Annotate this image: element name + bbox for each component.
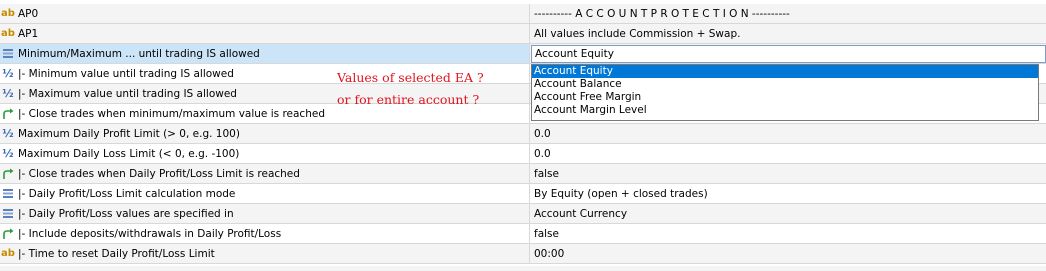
annotation-line-2: or for entire account ?	[337, 92, 480, 107]
property-value[interactable]: 0.0	[531, 124, 1046, 143]
double-type-icon: ½	[2, 67, 14, 80]
property-row-include-deposits[interactable]: |- Include deposits/withdrawals in Daily…	[0, 224, 1046, 244]
bool-type-icon	[1, 227, 15, 241]
property-label: Maximum Daily Profit Limit (> 0, e.g. 10…	[18, 127, 240, 140]
double-type-icon: ½	[2, 127, 14, 140]
property-name-cell: |- Daily Profit/Loss values are specifie…	[0, 204, 530, 223]
property-name-cell: |- Daily Profit/Loss Limit calculation m…	[0, 184, 530, 203]
enum-list-icon	[1, 187, 15, 201]
property-label: |- Minimum value until trading IS allowe…	[18, 67, 234, 80]
property-value[interactable]: By Equity (open + closed trades)	[531, 184, 1046, 203]
property-name-cell: |- Close trades when Daily Profit/Loss L…	[0, 164, 530, 183]
property-row-reset-time[interactable]: ab |- Time to reset Daily Profit/Loss Li…	[0, 244, 1046, 264]
dropdown-option[interactable]: Account Free Margin	[532, 91, 1038, 104]
dropdown-option-selected[interactable]: Account Equity	[532, 65, 1038, 78]
property-name-cell: ab |- Time to reset Daily Profit/Loss Li…	[0, 244, 530, 263]
property-label: |- Include deposits/withdrawals in Daily…	[18, 227, 282, 240]
dropdown-option[interactable]: Account Balance	[532, 78, 1038, 91]
property-value[interactable]: All values include Commission + Swap.	[531, 24, 1046, 43]
property-row-ap0[interactable]: ab AP0 ---------- A C C O U N T P R O T …	[0, 4, 1046, 24]
property-label: Maximum Daily Loss Limit (< 0, e.g. -100…	[18, 147, 240, 160]
property-value[interactable]: false	[531, 164, 1046, 183]
property-value[interactable]: 0.0	[531, 144, 1046, 163]
double-type-icon: ½	[2, 87, 14, 100]
property-row-min-max-mode[interactable]: Minimum/Maximum ... until trading IS all…	[0, 44, 1046, 64]
string-type-icon: ab	[1, 248, 15, 259]
property-label: AP0	[18, 7, 39, 20]
enum-list-icon	[1, 47, 15, 61]
dropdown-option[interactable]: Account Margin Level	[532, 104, 1038, 117]
property-row-max-daily-loss[interactable]: ½ Maximum Daily Loss Limit (< 0, e.g. -1…	[0, 144, 1046, 164]
string-type-icon: ab	[1, 8, 15, 19]
combobox-value: Account Equity	[535, 48, 614, 60]
annotation-line-1: Values of selected EA ?	[337, 70, 484, 85]
property-label: Minimum/Maximum ... until trading IS all…	[18, 47, 260, 60]
property-label: |- Daily Profit/Loss values are specifie…	[18, 207, 234, 220]
partial-next-row	[0, 266, 1046, 271]
enum-list-icon	[1, 207, 15, 221]
properties-grid: ab AP0 ---------- A C C O U N T P R O T …	[0, 4, 1046, 264]
property-name-cell: ½ Maximum Daily Profit Limit (> 0, e.g. …	[0, 124, 530, 143]
property-name-cell: Minimum/Maximum ... until trading IS all…	[0, 44, 530, 63]
property-row-daily-calc-mode[interactable]: |- Daily Profit/Loss Limit calculation m…	[0, 184, 1046, 204]
double-type-icon: ½	[2, 147, 14, 160]
property-row-close-trades-daily-limit[interactable]: |- Close trades when Daily Profit/Loss L…	[0, 164, 1046, 184]
property-value[interactable]: false	[531, 224, 1046, 243]
property-name-cell: ab AP1	[0, 24, 530, 43]
property-label: |- Close trades when Daily Profit/Loss L…	[18, 167, 300, 180]
property-value[interactable]: Account Currency	[531, 204, 1046, 223]
property-label: AP1	[18, 27, 39, 40]
property-label: |- Close trades when minimum/maximum val…	[18, 107, 325, 120]
property-value[interactable]: 00:00	[531, 244, 1046, 263]
property-value[interactable]: ---------- A C C O U N T P R O T E C T I…	[531, 4, 1046, 23]
bool-type-icon	[1, 107, 15, 121]
mode-combobox[interactable]: Account Equity	[531, 45, 1046, 63]
property-name-cell: ½ Maximum Daily Loss Limit (< 0, e.g. -1…	[0, 144, 530, 163]
property-label: |- Time to reset Daily Profit/Loss Limit	[18, 247, 215, 260]
bool-type-icon	[1, 167, 15, 181]
property-name-cell: |- Include deposits/withdrawals in Daily…	[0, 224, 530, 243]
string-type-icon: ab	[1, 28, 15, 39]
property-label: |- Daily Profit/Loss Limit calculation m…	[18, 187, 236, 200]
mode-dropdown-list[interactable]: Account Equity Account Balance Account F…	[531, 64, 1039, 121]
property-name-cell: ab AP0	[0, 4, 530, 23]
property-row-daily-values-unit[interactable]: |- Daily Profit/Loss values are specifie…	[0, 204, 1046, 224]
property-label: |- Maximum value until trading IS allowe…	[18, 87, 237, 100]
property-row-ap1[interactable]: ab AP1 All values include Commission + S…	[0, 24, 1046, 44]
property-row-max-daily-profit[interactable]: ½ Maximum Daily Profit Limit (> 0, e.g. …	[0, 124, 1046, 144]
